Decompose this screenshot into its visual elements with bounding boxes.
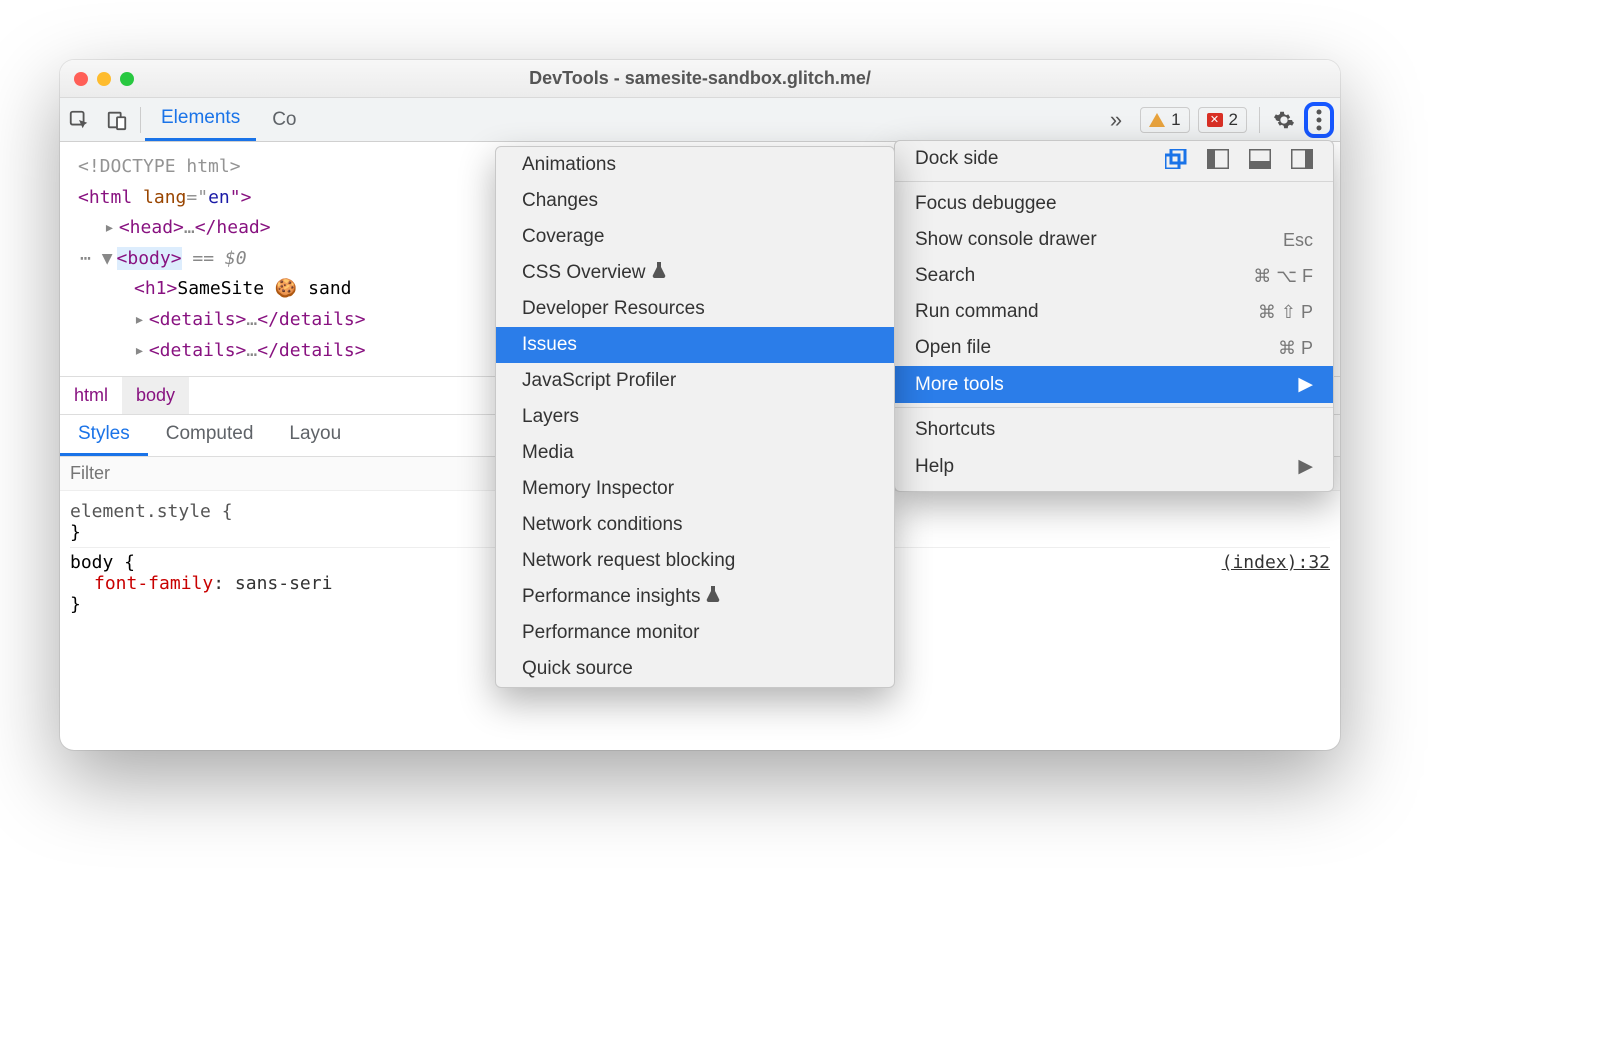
toolbar-divider — [140, 107, 141, 133]
close-window-button[interactable] — [74, 72, 88, 86]
tools-item-changes[interactable]: Changes — [496, 183, 894, 219]
main-menu: Dock side Focus debuggee Show console dr… — [894, 140, 1334, 492]
tools-item-media[interactable]: Media — [496, 435, 894, 471]
device-toolbar-icon[interactable] — [98, 109, 136, 131]
menu-search[interactable]: Search⌘ ⌥ F — [895, 258, 1333, 294]
tools-item-css-overview[interactable]: CSS Overview — [496, 255, 894, 291]
tools-item-layers[interactable]: Layers — [496, 399, 894, 435]
error-icon: ✕ — [1207, 113, 1223, 127]
tab-console-truncated[interactable]: Co — [256, 98, 312, 141]
menu-open-file[interactable]: Open file⌘ P — [895, 330, 1333, 366]
dock-right-icon[interactable] — [1291, 149, 1313, 169]
tools-item-network-request-blocking[interactable]: Network request blocking — [496, 543, 894, 579]
errors-badge[interactable]: ✕ 2 — [1198, 107, 1247, 133]
window-title: DevTools - samesite-sandbox.glitch.me/ — [134, 68, 1326, 89]
warnings-count: 1 — [1171, 110, 1180, 130]
errors-count: 2 — [1229, 110, 1238, 130]
toolbar-divider — [1259, 107, 1260, 133]
inspect-element-icon[interactable] — [60, 109, 98, 131]
more-tabs-icon[interactable]: » — [1092, 107, 1140, 133]
tools-item-quick-source[interactable]: Quick source — [496, 651, 894, 687]
minimize-window-button[interactable] — [97, 72, 111, 86]
tab-elements[interactable]: Elements — [145, 98, 256, 141]
kebab-menu-icon[interactable] — [1304, 102, 1334, 138]
tools-item-memory-inspector[interactable]: Memory Inspector — [496, 471, 894, 507]
dock-undock-icon[interactable] — [1165, 149, 1187, 169]
crumb-body[interactable]: body — [122, 377, 189, 414]
chevron-right-icon: ▶ — [1298, 373, 1313, 396]
menu-run-command[interactable]: Run command⌘ ⇧ P — [895, 294, 1333, 330]
tab-layout[interactable]: Layou — [271, 415, 359, 456]
menu-show-console[interactable]: Show console drawerEsc — [895, 222, 1333, 258]
menu-focus-debuggee[interactable]: Focus debuggee — [895, 186, 1333, 222]
zoom-window-button[interactable] — [120, 72, 134, 86]
main-toolbar: Elements Co » 1 ✕ 2 — [60, 98, 1340, 142]
traffic-lights — [74, 72, 134, 86]
menu-help[interactable]: Help▶ — [895, 448, 1333, 485]
menu-more-tools[interactable]: More tools▶ — [895, 366, 1333, 403]
menu-shortcuts[interactable]: Shortcuts — [895, 412, 1333, 448]
warning-icon — [1149, 113, 1165, 127]
tools-item-animations[interactable]: Animations — [496, 147, 894, 183]
devtools-window: DevTools - samesite-sandbox.glitch.me/ E… — [60, 60, 1340, 750]
more-tools-submenu: AnimationsChangesCoverageCSS OverviewDev… — [495, 146, 895, 688]
crumb-html[interactable]: html — [60, 377, 122, 414]
settings-gear-icon[interactable] — [1264, 109, 1304, 131]
titlebar: DevTools - samesite-sandbox.glitch.me/ — [60, 60, 1340, 98]
tools-item-javascript-profiler[interactable]: JavaScript Profiler — [496, 363, 894, 399]
flask-icon — [652, 262, 666, 284]
tools-item-performance-insights[interactable]: Performance insights — [496, 579, 894, 615]
tab-computed[interactable]: Computed — [148, 415, 272, 456]
warnings-badge[interactable]: 1 — [1140, 107, 1189, 133]
dock-left-icon[interactable] — [1207, 149, 1229, 169]
dock-bottom-icon[interactable] — [1249, 149, 1271, 169]
tools-item-performance-monitor[interactable]: Performance monitor — [496, 615, 894, 651]
chevron-right-icon: ▶ — [1298, 455, 1313, 478]
css-property[interactable]: font-family — [94, 573, 213, 594]
rule-selector: element.style { — [70, 501, 233, 522]
flask-icon — [706, 586, 720, 608]
tools-item-coverage[interactable]: Coverage — [496, 219, 894, 255]
filter-input[interactable] — [70, 463, 302, 484]
tab-styles[interactable]: Styles — [60, 415, 148, 456]
menu-dock-side: Dock side — [895, 141, 1333, 177]
tools-item-issues[interactable]: Issues — [496, 327, 894, 363]
tools-item-developer-resources[interactable]: Developer Resources — [496, 291, 894, 327]
tools-item-network-conditions[interactable]: Network conditions — [496, 507, 894, 543]
source-link[interactable]: (index):32 — [1222, 552, 1330, 573]
rule-selector: body { — [70, 552, 135, 573]
